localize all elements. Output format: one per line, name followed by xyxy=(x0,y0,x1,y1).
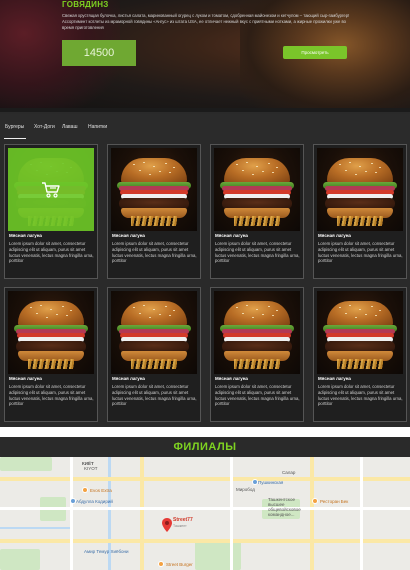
product-card[interactable]: Мясная лагуна Lorem ipsum dolor sit amet,… xyxy=(210,144,304,279)
branches-map[interactable]: КИЁТ KIYOT Evos Extra Абдулла Кодирий Ам… xyxy=(0,457,410,570)
map-label-salar: Салар xyxy=(282,470,296,475)
product-description: Lorem ipsum dolor sit amet, consectetur … xyxy=(318,241,403,264)
map-road xyxy=(0,507,410,510)
category-tabs: Бургеры Хот-Доги Лаваш Напитки xyxy=(0,114,410,140)
map-park xyxy=(0,457,52,471)
map-label-mirabad: Миробод xyxy=(236,487,255,492)
product-title: Мясная лагуна xyxy=(318,233,351,238)
map-label-burger: Street Burger xyxy=(166,562,193,567)
map-pin-icon xyxy=(158,561,164,567)
product-card[interactable]: Мясная лагуна Lorem ipsum dolor sit amet,… xyxy=(107,287,201,422)
product-description: Lorem ipsum dolor sit amet, consectetur … xyxy=(215,241,300,264)
product-title: Мясная лагуна xyxy=(9,376,42,381)
map-label-restoran: Ресторан Бек xyxy=(320,499,349,504)
product-description: Lorem ipsum dolor sit amet, consectetur … xyxy=(318,384,403,407)
branches-band xyxy=(0,427,410,437)
burger-image xyxy=(214,148,300,231)
tab-burgers[interactable]: Бургеры xyxy=(5,124,24,130)
map-label-pushkin: Пушкинская xyxy=(258,480,284,485)
burger-image xyxy=(317,291,403,374)
map-label-shkola: Ташкентское высшее общевойсковое командн… xyxy=(268,497,301,517)
product-title: Мясная лагуна xyxy=(112,376,145,381)
active-tab-indicator xyxy=(4,138,26,139)
product-card[interactable]: Мясная лагуна Lorem ipsum dolor sit amet,… xyxy=(313,144,407,279)
map-park xyxy=(0,549,40,570)
product-grid: Мясная лагуна Lorem ipsum dolor sit amet,… xyxy=(0,140,410,427)
product-title: Мясная лагуна xyxy=(215,233,248,238)
product-description: Lorem ipsum dolor sit amet, consectetur … xyxy=(9,241,94,264)
map-label-street77[interactable]: Street77 xyxy=(173,517,193,523)
map-label-street77-sub: Ташкент xyxy=(173,524,187,528)
burger-image xyxy=(214,291,300,374)
map-pin-icon[interactable] xyxy=(162,518,172,532)
hero-title: ГОВЯДИНЗ xyxy=(62,0,109,9)
product-card[interactable]: Мясная лагуна Lorem ipsum dolor sit amet,… xyxy=(313,287,407,422)
product-title: Мясная лагуна xyxy=(318,376,351,381)
map-road xyxy=(230,457,233,570)
tab-hotdogs[interactable]: Хот-Доги xyxy=(34,124,55,130)
map-label-amir: Амир Темур Хиёбони xyxy=(84,549,129,554)
product-title: Мясная лагуна xyxy=(9,233,42,238)
map-road xyxy=(0,477,410,481)
hero-divider xyxy=(0,108,410,112)
product-description: Lorem ipsum dolor sit amet, consectetur … xyxy=(112,384,197,407)
burger-image xyxy=(8,291,94,374)
product-title: Мясная лагуна xyxy=(112,233,145,238)
product-description: Lorem ipsum dolor sit amet, consectetur … xyxy=(112,241,197,264)
hero-banner: ГОВЯДИНЗ Свежая хрустящая булочка, листь… xyxy=(0,0,410,112)
product-card[interactable]: Мясная лагуна Lorem ipsum dolor sit amet,… xyxy=(4,144,98,279)
map-label-kiyot: KIYOT xyxy=(84,466,98,471)
map-road xyxy=(0,539,410,543)
product-card[interactable]: Мясная лагуна Lorem ipsum dolor sit amet,… xyxy=(210,287,304,422)
map-label-evos: Evos Extra xyxy=(90,488,112,493)
map-road xyxy=(360,457,363,570)
cart-icon[interactable] xyxy=(41,181,61,199)
product-card[interactable]: Мясная лагуна Lorem ipsum dolor sit amet,… xyxy=(4,287,98,422)
tab-drinks[interactable]: Напитки xyxy=(88,124,107,130)
product-description: Lorem ipsum dolor sit amet, consectetur … xyxy=(9,384,94,407)
product-description: Lorem ipsum dolor sit amet, consectetur … xyxy=(215,384,300,407)
map-label-abdulla: Абдулла Кодирий xyxy=(76,499,113,504)
branches-title: ФИЛИАЛЫ xyxy=(173,441,237,453)
burger-image xyxy=(111,291,197,374)
add-to-cart-overlay[interactable] xyxy=(8,148,94,231)
map-road xyxy=(70,457,73,570)
map-pin-icon xyxy=(312,498,318,504)
hero-price: 14500 xyxy=(62,40,136,66)
product-title: Мясная лагуна xyxy=(215,376,248,381)
product-card[interactable]: Мясная лагуна Lorem ipsum dolor sit amet,… xyxy=(107,144,201,279)
map-canal xyxy=(0,527,70,529)
map-pin-icon xyxy=(82,487,88,493)
burger-image xyxy=(317,148,403,231)
map-road xyxy=(140,457,144,570)
view-button[interactable]: Просмотреть xyxy=(283,46,347,59)
map-park xyxy=(195,541,241,570)
hero-description: Свежая хрустящая булочка, листья салата,… xyxy=(62,13,350,30)
tab-lavash[interactable]: Лаваш xyxy=(62,124,77,130)
burger-image xyxy=(111,148,197,231)
map-road xyxy=(310,457,314,570)
